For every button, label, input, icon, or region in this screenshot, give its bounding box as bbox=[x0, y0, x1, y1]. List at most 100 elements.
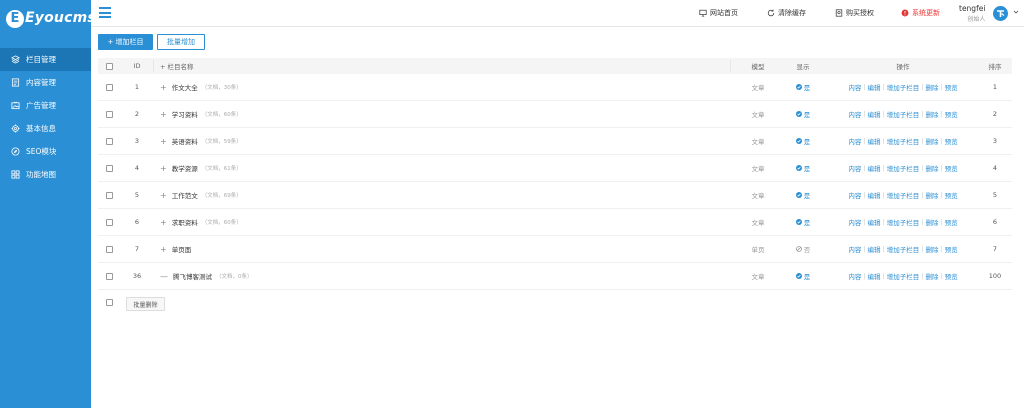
category-name[interactable]: 腾飞博客测试 bbox=[173, 271, 212, 281]
op-preview-link[interactable]: 预览 bbox=[945, 109, 958, 119]
row-checkbox[interactable] bbox=[106, 209, 113, 235]
row-checkbox[interactable] bbox=[106, 74, 113, 100]
op-delete-link[interactable]: 删除 bbox=[925, 217, 938, 227]
row-sort[interactable]: 100 bbox=[978, 263, 1012, 289]
op-content-link[interactable]: 内容 bbox=[848, 136, 861, 146]
op-delete-link[interactable]: 删除 bbox=[925, 271, 938, 281]
menu-toggle-icon[interactable] bbox=[99, 7, 111, 19]
user-info[interactable]: tengfei 创始人 bbox=[959, 4, 985, 23]
op-preview-link[interactable]: 预览 bbox=[945, 244, 958, 254]
op-edit-link[interactable]: 编辑 bbox=[868, 82, 881, 92]
op-preview-link[interactable]: 预览 bbox=[945, 190, 958, 200]
row-checkbox[interactable] bbox=[106, 101, 113, 127]
op-delete-link[interactable]: 删除 bbox=[925, 190, 938, 200]
row-checkbox[interactable] bbox=[106, 128, 113, 154]
row-show-toggle[interactable]: 是 bbox=[783, 155, 823, 181]
batch-add-button[interactable]: 批量增加 bbox=[157, 34, 205, 50]
row-sort[interactable]: 6 bbox=[978, 209, 1012, 235]
category-name[interactable]: 求职资料 bbox=[172, 217, 198, 227]
batch-delete-button[interactable]: 批量删除 bbox=[126, 297, 165, 311]
row-show-toggle[interactable]: 是 bbox=[783, 182, 823, 208]
expand-toggle[interactable]: + bbox=[160, 191, 167, 200]
site-home-link[interactable]: 网站首页 bbox=[699, 8, 738, 18]
op-content-link[interactable]: 内容 bbox=[848, 190, 861, 200]
row-show-toggle[interactable]: 是 bbox=[783, 128, 823, 154]
add-category-button[interactable]: + 增加栏目 bbox=[98, 34, 153, 50]
expand-toggle[interactable]: + bbox=[160, 110, 167, 119]
sidebar-item-ads[interactable]: 广告管理 bbox=[0, 94, 91, 117]
logo[interactable]: E Eyoucms bbox=[6, 8, 96, 32]
op-edit-link[interactable]: 编辑 bbox=[868, 136, 881, 146]
op-preview-link[interactable]: 预览 bbox=[945, 136, 958, 146]
row-show-toggle[interactable]: 是 bbox=[783, 209, 823, 235]
op-edit-link[interactable]: 编辑 bbox=[868, 271, 881, 281]
op-add-child-link[interactable]: 增加子栏目 bbox=[887, 271, 920, 281]
op-preview-link[interactable]: 预览 bbox=[945, 82, 958, 92]
op-content-link[interactable]: 内容 bbox=[848, 82, 861, 92]
avatar[interactable] bbox=[993, 6, 1008, 21]
op-content-link[interactable]: 内容 bbox=[848, 217, 861, 227]
row-sort[interactable]: 4 bbox=[978, 155, 1012, 181]
op-preview-link[interactable]: 预览 bbox=[945, 163, 958, 173]
category-name[interactable]: 工作范文 bbox=[172, 190, 198, 200]
op-add-child-link[interactable]: 增加子栏目 bbox=[887, 109, 920, 119]
op-edit-link[interactable]: 编辑 bbox=[868, 217, 881, 227]
row-sort[interactable]: 7 bbox=[978, 236, 1012, 262]
op-add-child-link[interactable]: 增加子栏目 bbox=[887, 190, 920, 200]
op-content-link[interactable]: 内容 bbox=[848, 163, 861, 173]
op-preview-link[interactable]: 预览 bbox=[945, 271, 958, 281]
category-name[interactable]: 英语资料 bbox=[172, 136, 198, 146]
expand-toggle[interactable]: — bbox=[160, 272, 168, 281]
op-delete-link[interactable]: 删除 bbox=[925, 163, 938, 173]
op-add-child-link[interactable]: 增加子栏目 bbox=[887, 82, 920, 92]
op-delete-link[interactable]: 删除 bbox=[925, 136, 938, 146]
row-sort[interactable]: 2 bbox=[978, 101, 1012, 127]
row-checkbox[interactable] bbox=[106, 155, 113, 181]
op-edit-link[interactable]: 编辑 bbox=[868, 163, 881, 173]
row-checkbox[interactable] bbox=[106, 236, 113, 262]
expand-toggle[interactable]: + bbox=[160, 218, 167, 227]
op-preview-link[interactable]: 预览 bbox=[945, 217, 958, 227]
sidebar-item-category[interactable]: 栏目管理 bbox=[0, 48, 91, 71]
op-edit-link[interactable]: 编辑 bbox=[868, 109, 881, 119]
op-add-child-link[interactable]: 增加子栏目 bbox=[887, 163, 920, 173]
category-name[interactable]: 单页面 bbox=[172, 244, 192, 254]
expand-toggle[interactable]: + bbox=[160, 164, 167, 173]
op-delete-link[interactable]: 删除 bbox=[925, 244, 938, 254]
row-sort[interactable]: 3 bbox=[978, 128, 1012, 154]
sidebar-item-seo[interactable]: SEO模块 bbox=[0, 140, 91, 163]
op-content-link[interactable]: 内容 bbox=[848, 271, 861, 281]
row-sort[interactable]: 1 bbox=[978, 74, 1012, 100]
select-all-checkbox[interactable] bbox=[106, 58, 113, 74]
op-delete-link[interactable]: 删除 bbox=[925, 109, 938, 119]
row-show-toggle[interactable]: 是 bbox=[783, 101, 823, 127]
clear-cache-link[interactable]: 清除缓存 bbox=[767, 8, 806, 18]
sidebar-item-basic-info[interactable]: 基本信息 bbox=[0, 117, 91, 140]
chevron-down-icon[interactable] bbox=[1013, 9, 1019, 15]
op-content-link[interactable]: 内容 bbox=[848, 109, 861, 119]
buy-license-link[interactable]: 购买授权 bbox=[835, 8, 874, 18]
op-add-child-link[interactable]: 增加子栏目 bbox=[887, 244, 920, 254]
expand-toggle[interactable]: + bbox=[160, 137, 167, 146]
op-add-child-link[interactable]: 增加子栏目 bbox=[887, 136, 920, 146]
op-add-child-link[interactable]: 增加子栏目 bbox=[887, 217, 920, 227]
row-checkbox[interactable] bbox=[106, 182, 113, 208]
row-sort[interactable]: 5 bbox=[978, 182, 1012, 208]
row-show-toggle[interactable]: 是 bbox=[783, 74, 823, 100]
category-name[interactable]: 作文大全 bbox=[172, 82, 198, 92]
header-name[interactable]: + 栏目名称 bbox=[160, 58, 194, 74]
row-show-toggle[interactable]: 是 bbox=[783, 263, 823, 289]
category-name[interactable]: 教学资源 bbox=[172, 163, 198, 173]
expand-toggle[interactable]: + bbox=[160, 245, 167, 254]
sidebar-item-feature-map[interactable]: 功能地图 bbox=[0, 163, 91, 186]
sidebar-item-content[interactable]: 内容管理 bbox=[0, 71, 91, 94]
op-edit-link[interactable]: 编辑 bbox=[868, 190, 881, 200]
expand-toggle[interactable]: + bbox=[160, 83, 167, 92]
row-checkbox[interactable] bbox=[106, 263, 113, 289]
category-name[interactable]: 学习资料 bbox=[172, 109, 198, 119]
op-content-link[interactable]: 内容 bbox=[848, 244, 861, 254]
footer-select-checkbox[interactable] bbox=[106, 299, 113, 306]
row-show-toggle[interactable]: 否 bbox=[783, 236, 823, 262]
op-delete-link[interactable]: 删除 bbox=[925, 82, 938, 92]
system-update-link[interactable]: 系统更新 bbox=[901, 8, 940, 18]
